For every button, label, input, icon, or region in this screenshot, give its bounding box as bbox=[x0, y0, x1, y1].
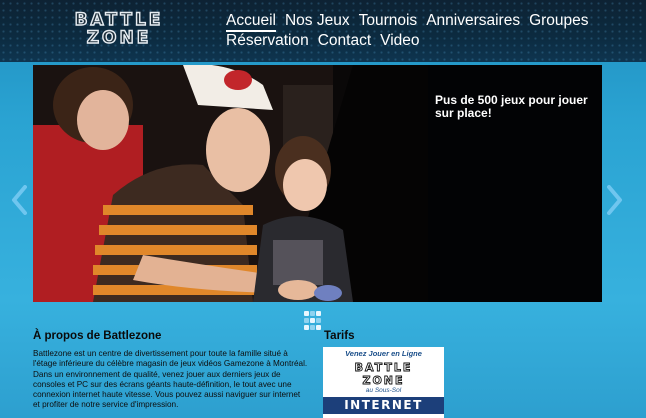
nav-item-groupes[interactable]: Groupes bbox=[529, 11, 588, 30]
site-header: BATTLE ZONE Accueil Nos Jeux Tournois An… bbox=[0, 0, 646, 62]
nav-row-2: Réservation Contact Video bbox=[226, 31, 636, 50]
pager-dot bbox=[310, 325, 315, 330]
nav-item-anniversaires[interactable]: Anniversaires bbox=[426, 11, 520, 30]
nav-item-video[interactable]: Video bbox=[380, 31, 419, 50]
logo-graphic: BATTLE ZONE bbox=[74, 9, 164, 46]
banner-brand-zone: ZONE bbox=[362, 374, 404, 386]
nav-row-1: Accueil Nos Jeux Tournois Anniversaires … bbox=[226, 11, 636, 32]
grid-dots-icon bbox=[304, 311, 309, 316]
pager-dot bbox=[316, 325, 321, 330]
pager-dot bbox=[310, 311, 315, 316]
slide-caption: Pus de 500 jeux pour jouer sur place! bbox=[435, 93, 588, 120]
banner-internet-band: INTERNET bbox=[323, 397, 444, 414]
chevron-right-icon bbox=[607, 185, 622, 215]
pager-dot bbox=[310, 318, 315, 323]
banner-logo: BATTLE ZONE bbox=[334, 360, 433, 386]
internet-tarifs-banner[interactable]: Venez Jouer en Ligne BATTLE ZONE au Sous… bbox=[323, 347, 444, 418]
logo-line-zone: ZONE bbox=[87, 28, 152, 46]
tarifs-title: Tarifs bbox=[324, 330, 355, 342]
pager-dot bbox=[304, 318, 309, 323]
pager-dot bbox=[316, 318, 321, 323]
nav-item-contact[interactable]: Contact bbox=[318, 31, 371, 50]
slider-next-button[interactable] bbox=[607, 185, 623, 215]
nav-item-nos-jeux[interactable]: Nos Jeux bbox=[285, 11, 350, 30]
battlezone-logo[interactable]: BATTLE ZONE bbox=[44, 8, 194, 46]
banner-brand-battle: BATTLE bbox=[355, 361, 413, 374]
slider-pager[interactable] bbox=[304, 311, 324, 331]
main-nav: Accueil Nos Jeux Tournois Anniversaires … bbox=[226, 11, 636, 51]
banner-tagline: Venez Jouer en Ligne bbox=[345, 349, 422, 358]
about-title: À propos de Battlezone bbox=[33, 330, 162, 342]
banner-subline: au Sous-Sol bbox=[365, 387, 402, 394]
banner-logo-graphic: BATTLE ZONE bbox=[354, 361, 413, 386]
nav-item-tournois[interactable]: Tournois bbox=[359, 11, 418, 30]
nav-item-reservation[interactable]: Réservation bbox=[226, 31, 309, 50]
slide-photo bbox=[33, 65, 428, 302]
logo-line-battle: BATTLE bbox=[75, 10, 164, 30]
about-text: Battlezone est un centre de divertisseme… bbox=[33, 349, 308, 410]
nav-item-accueil[interactable]: Accueil bbox=[226, 11, 276, 32]
kids-gaming-photo bbox=[33, 65, 428, 302]
image-slider[interactable]: Pus de 500 jeux pour jouer sur place! bbox=[33, 65, 602, 302]
pager-dot bbox=[316, 311, 321, 316]
chevron-left-icon bbox=[12, 185, 27, 215]
slider-prev-button[interactable] bbox=[11, 185, 27, 215]
pager-dot bbox=[304, 325, 309, 330]
